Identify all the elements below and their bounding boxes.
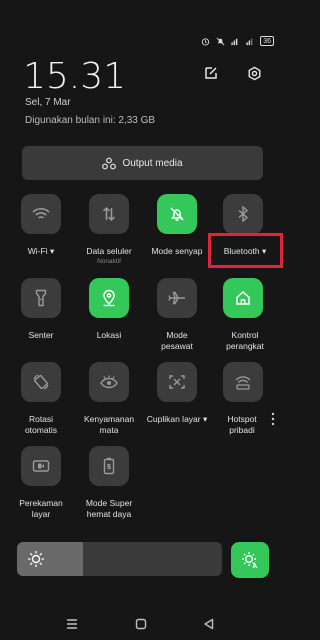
silent-mode-tile[interactable]: [157, 194, 197, 234]
clock-time: 15.31: [23, 56, 127, 97]
menu-nav-button[interactable]: [64, 616, 80, 632]
bluetooth-tile[interactable]: [223, 194, 263, 234]
page-dots-icon: [271, 412, 275, 426]
home-nav-button[interactable]: [133, 616, 149, 632]
back-nav-button[interactable]: [201, 616, 217, 632]
home-icon: [236, 290, 250, 305]
signal-icon-2: [245, 36, 255, 46]
silent-mode-label[interactable]: Mode senyap: [142, 246, 212, 257]
mobile-data-label[interactable]: Data seluler: [74, 246, 144, 257]
signal-icon: [230, 36, 240, 46]
more-dots: [271, 412, 275, 431]
battery-saver-icon: [103, 457, 115, 475]
hotspot-label[interactable]: Hotspot pribadi: [207, 414, 277, 436]
airplane-icon: [168, 291, 185, 305]
wifi-icon: [32, 208, 50, 219]
edit-icon: [205, 67, 217, 79]
flashlight-icon: [35, 289, 47, 307]
auto-brightness-icon: [242, 552, 258, 569]
hotspot-icon: [235, 376, 251, 390]
airplane-mode-tile[interactable]: [157, 278, 197, 318]
location-tile[interactable]: [89, 278, 129, 318]
output-media-label: Output media: [122, 157, 183, 169]
mute-icon: [215, 36, 225, 46]
bluetooth-highlight-box: [208, 233, 283, 268]
super-saver-label[interactable]: Mode Super hemat daya: [74, 498, 144, 520]
auto-brightness-button[interactable]: [231, 542, 269, 578]
record-icon: [32, 460, 50, 472]
flashlight-label[interactable]: Senter: [6, 330, 76, 341]
flashlight-tile[interactable]: [21, 278, 61, 318]
location-label[interactable]: Lokasi: [74, 330, 144, 341]
output-media-icon: [102, 157, 117, 169]
screen-record-label[interactable]: Perekaman layar: [6, 498, 76, 520]
wifi-tile[interactable]: [21, 194, 61, 234]
screenshot-tile[interactable]: [157, 362, 197, 402]
square-home-icon: [135, 618, 147, 630]
battery-indicator: 36: [260, 36, 274, 46]
bluetooth-icon: [238, 206, 249, 222]
rotate-icon: [33, 374, 49, 390]
location-icon: [103, 289, 115, 307]
mobile-data-sublabel: Nonaktif: [97, 258, 121, 265]
wifi-label[interactable]: Wi-Fi ▾: [6, 246, 76, 257]
gear-icon: [248, 66, 260, 80]
back-triangle-icon: [204, 618, 214, 630]
eye-icon: [100, 375, 118, 389]
output-media-button[interactable]: Output media: [22, 146, 263, 180]
super-saver-tile[interactable]: [89, 446, 129, 486]
airplane-mode-label[interactable]: Mode pesawat: [142, 330, 212, 352]
device-control-label[interactable]: Kontrol perangkat: [210, 330, 280, 352]
edit-button[interactable]: [200, 62, 222, 84]
auto-rotate-tile[interactable]: [21, 362, 61, 402]
bell-off-icon: [170, 207, 184, 221]
settings-button[interactable]: [243, 62, 265, 84]
mobile-data-tile[interactable]: [89, 194, 129, 234]
date-label: Sel, 7 Mar: [25, 97, 71, 108]
alarm-icon: [200, 36, 210, 46]
status-bar: 36: [200, 36, 274, 46]
navigation-bar: [0, 610, 286, 638]
screen-record-tile[interactable]: [21, 446, 61, 486]
auto-rotate-label[interactable]: Rotasi otomatis: [6, 414, 76, 436]
brightness-slider[interactable]: [17, 542, 222, 576]
menu-icon: [67, 619, 77, 629]
screenshot-icon: [169, 375, 185, 389]
eye-comfort-label[interactable]: Kenyamanan mata: [74, 414, 144, 436]
device-control-tile[interactable]: [223, 278, 263, 318]
eye-comfort-tile[interactable]: [89, 362, 129, 402]
data-arrows-icon: [102, 206, 116, 222]
screenshot-label[interactable]: Cuplikan layar ▾: [142, 414, 212, 425]
data-usage-label: Digunakan bulan ini: 2,33 GB: [25, 115, 156, 126]
brightness-icon: [28, 551, 44, 567]
hotspot-tile[interactable]: [223, 362, 263, 402]
